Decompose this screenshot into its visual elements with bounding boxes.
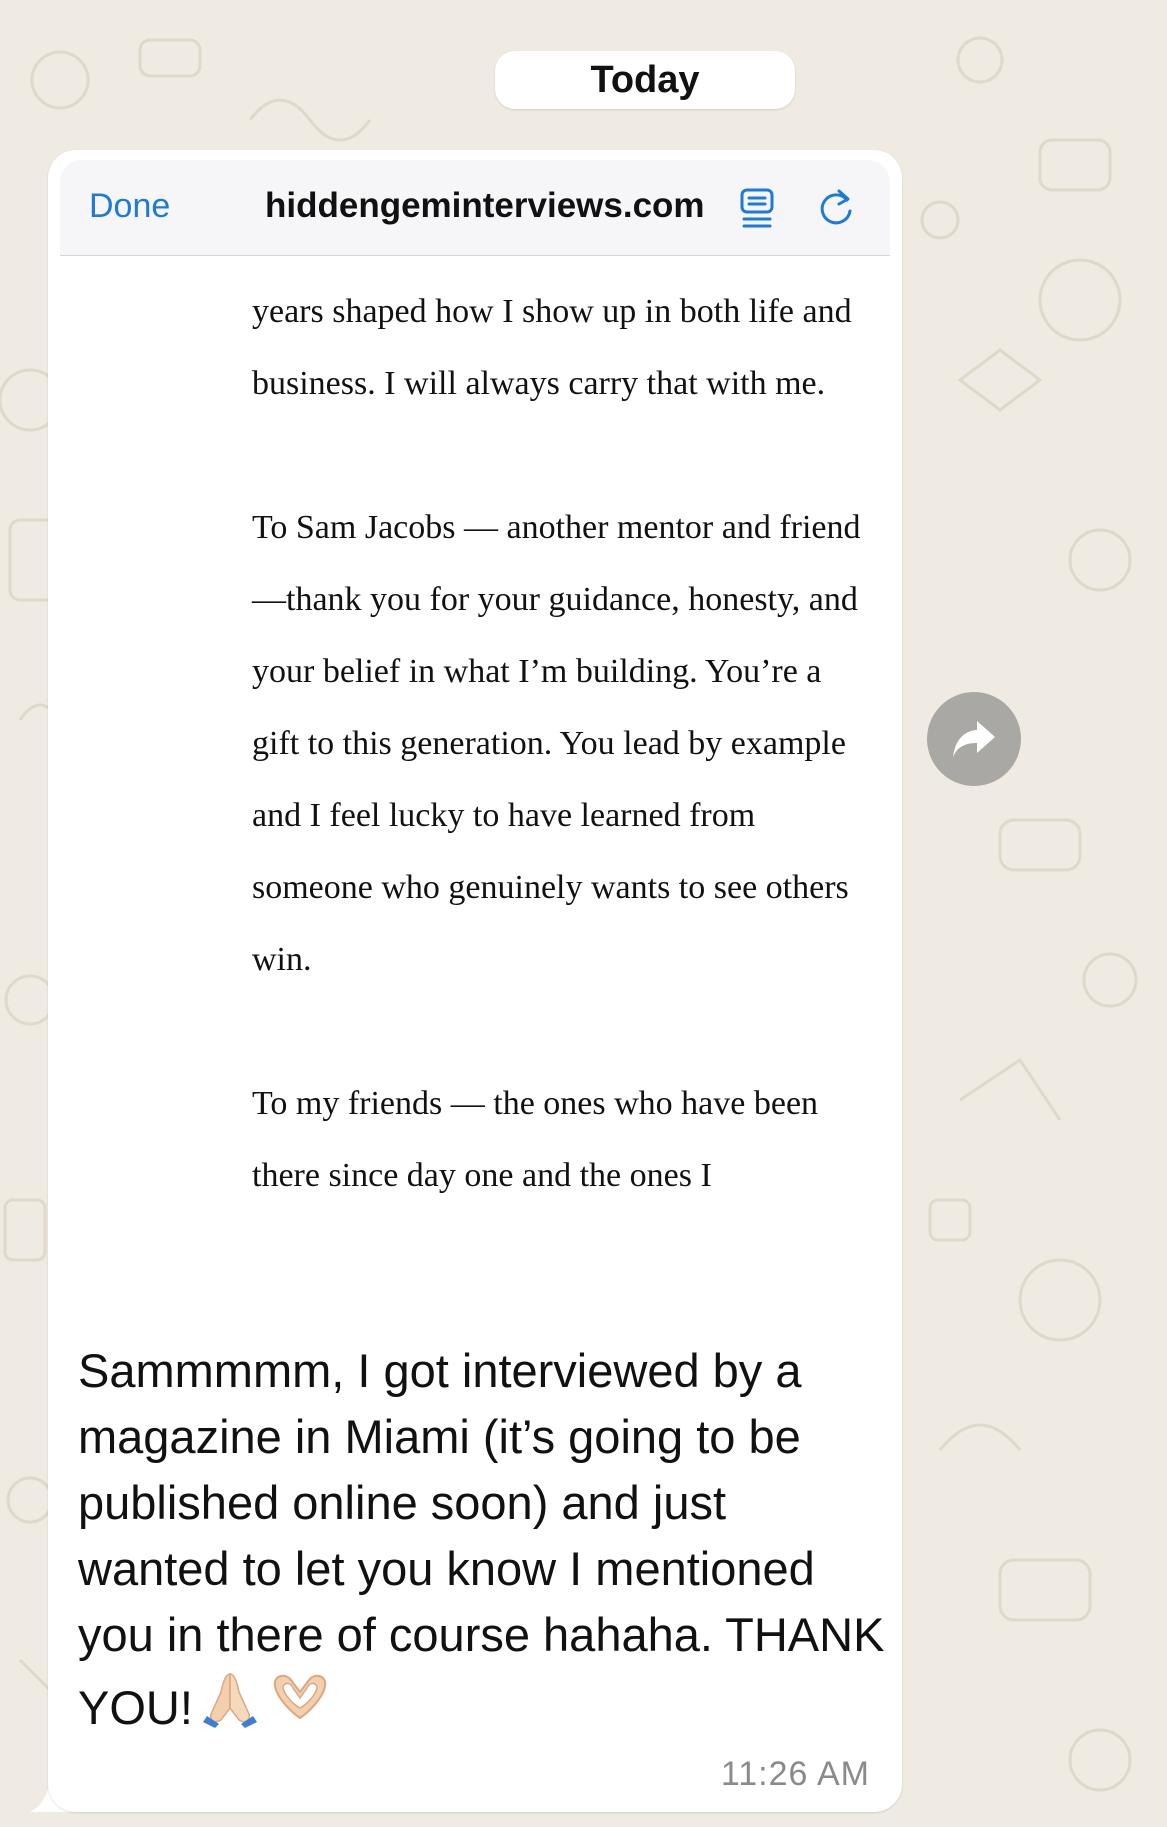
link-preview-screenshot[interactable]: Done hiddengeminterviews.com years shape…: [60, 160, 890, 1322]
heart-hands-emoji: [273, 1674, 327, 1720]
forward-arrow-icon: [953, 721, 995, 757]
forward-button[interactable]: [927, 692, 1021, 786]
article-paragraph: years shaped how I show up in both life …: [252, 293, 852, 402]
reader-view-icon[interactable]: [740, 188, 774, 228]
folded-hands-emoji: [202, 1673, 257, 1728]
url-label: hiddengeminterviews.com: [265, 186, 705, 225]
date-separator: Today: [495, 51, 795, 109]
reload-icon[interactable]: [817, 187, 855, 227]
message-timestamp: 11:26 AM: [720, 1755, 870, 1793]
message-bubble[interactable]: Done hiddengeminterviews.com years shape…: [48, 150, 902, 1812]
message-text: Sammmmm, I got interviewed by a magazine…: [78, 1338, 888, 1741]
article-paragraph: To Sam Jacobs — another mentor and frien…: [252, 509, 861, 978]
browser-toolbar: Done hiddengeminterviews.com: [60, 160, 890, 256]
article-paragraph: To my friends — the ones who have been t…: [252, 1085, 819, 1194]
article-text: years shaped how I show up in both life …: [252, 276, 872, 1284]
done-button[interactable]: Done: [89, 187, 170, 226]
